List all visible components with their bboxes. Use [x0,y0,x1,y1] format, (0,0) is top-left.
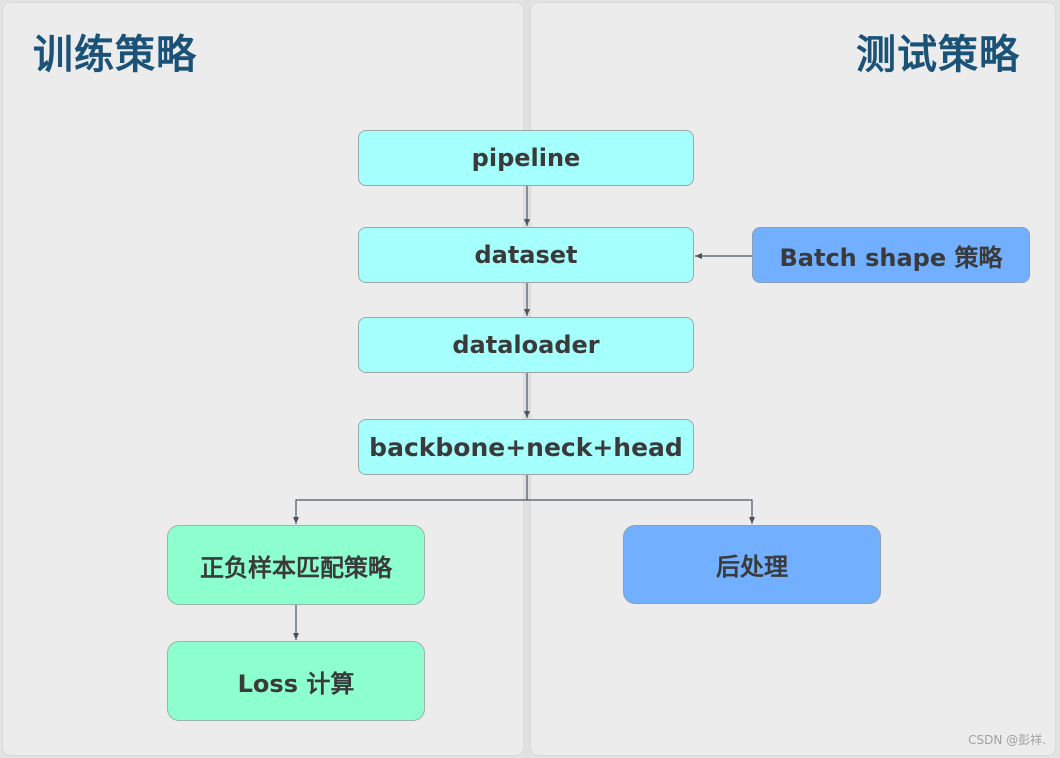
node-pipeline-label: pipeline [471,144,581,172]
panel-divider [524,0,530,758]
testing-strategy-panel [530,2,1056,756]
node-model-label: backbone+neck+head [369,432,683,462]
training-strategy-title: 训练策略 [33,32,197,78]
node-dataset-label: dataset [474,241,578,269]
node-loss-label: Loss 计算 [237,669,355,698]
node-dataset[interactable]: dataset [358,227,694,283]
testing-strategy-title: 测试策略 [856,32,1020,78]
node-dataloader[interactable]: dataloader [358,317,694,373]
node-loss[interactable]: Loss 计算 [167,641,425,721]
node-dataloader-label: dataloader [452,331,600,359]
node-batch-shape[interactable]: Batch shape 策略 [752,227,1030,283]
watermark: CSDN @彭祥. [968,733,1046,747]
node-postprocess-label: 后处理 [716,553,788,581]
node-model[interactable]: backbone+neck+head [358,419,694,475]
node-postprocess[interactable]: 后处理 [623,525,881,604]
node-assigner[interactable]: 正负样本匹配策略 [167,525,425,605]
node-pipeline[interactable]: pipeline [358,130,694,186]
node-batch-shape-label: Batch shape 策略 [779,243,1003,272]
node-assigner-label: 正负样本匹配策略 [200,553,392,582]
